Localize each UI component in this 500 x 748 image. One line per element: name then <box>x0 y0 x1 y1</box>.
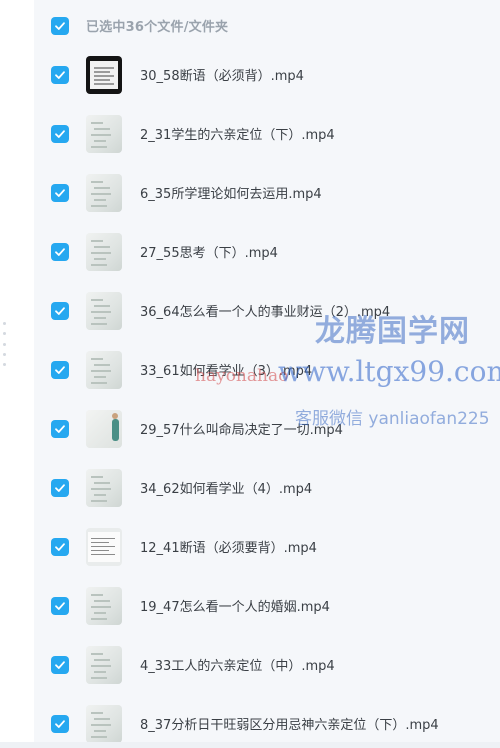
file-name: 33_61如何看学业（3）.mp4 <box>140 364 313 379</box>
file-row[interactable]: 4_33工人的六亲定位（中）.mp4 <box>34 636 500 695</box>
video-thumbnail <box>86 587 122 625</box>
file-selection-screen: 已选中36个文件/文件夹 30_58断语（必须背）.mp4 2_31学生的六亲定位… <box>0 0 500 748</box>
file-row[interactable]: 19_47怎么看一个人的婚姻.mp4 <box>34 577 500 636</box>
file-checkbox[interactable] <box>51 479 69 497</box>
selection-count-text: 已选中36个文件/文件夹 <box>86 20 229 35</box>
file-checkbox[interactable] <box>51 656 69 674</box>
file-checkbox[interactable] <box>51 715 69 733</box>
file-name: 6_35所学理论如何去运用.mp4 <box>140 187 322 202</box>
bottom-bar <box>0 742 500 748</box>
file-row[interactable]: 34_62如何看学业（4）.mp4 <box>34 459 500 518</box>
file-name: 2_31学生的六亲定位（下）.mp4 <box>140 128 335 143</box>
file-name: 36_64怎么看一个人的事业财运（2）.mp4 <box>140 305 391 320</box>
check-icon <box>55 130 65 138</box>
check-icon <box>55 661 65 669</box>
video-thumbnail <box>86 56 122 94</box>
file-name: 4_33工人的六亲定位（中）.mp4 <box>140 659 335 674</box>
video-thumbnail <box>86 174 122 212</box>
left-rail <box>0 0 35 748</box>
file-name: 30_58断语（必须背）.mp4 <box>140 69 304 84</box>
check-icon <box>55 71 65 79</box>
file-row[interactable]: 2_31学生的六亲定位（下）.mp4 <box>34 105 500 164</box>
file-row[interactable]: 6_35所学理论如何去运用.mp4 <box>34 164 500 223</box>
video-thumbnail <box>86 351 122 389</box>
file-row[interactable]: 36_64怎么看一个人的事业财运（2）.mp4 <box>34 282 500 341</box>
check-icon <box>55 189 65 197</box>
file-checkbox[interactable] <box>51 597 69 615</box>
file-checkbox[interactable] <box>51 361 69 379</box>
file-name: 8_37分析日干旺弱区分用忌神六亲定位（下）.mp4 <box>140 718 439 733</box>
file-checkbox[interactable] <box>51 125 69 143</box>
file-name: 19_47怎么看一个人的婚姻.mp4 <box>140 600 330 615</box>
check-icon <box>55 484 65 492</box>
file-checkbox[interactable] <box>51 243 69 261</box>
check-icon <box>55 307 65 315</box>
video-thumbnail <box>86 646 122 684</box>
file-checkbox[interactable] <box>51 184 69 202</box>
check-icon <box>55 720 65 728</box>
select-all-checkbox[interactable] <box>51 17 69 35</box>
check-icon <box>55 366 65 374</box>
file-checkbox[interactable] <box>51 302 69 320</box>
video-thumbnail <box>86 528 122 566</box>
file-row[interactable]: 33_61如何看学业（3）.mp4 <box>34 341 500 400</box>
file-checkbox[interactable] <box>51 538 69 556</box>
check-icon <box>55 22 65 30</box>
file-checkbox[interactable] <box>51 66 69 84</box>
file-name: 34_62如何看学业（4）.mp4 <box>140 482 313 497</box>
file-name: 29_57什么叫命局决定了一切.mp4 <box>140 423 343 438</box>
check-icon <box>55 248 65 256</box>
video-thumbnail <box>86 292 122 330</box>
file-row[interactable]: 29_57什么叫命局决定了一切.mp4 <box>34 400 500 459</box>
video-thumbnail <box>86 705 122 743</box>
file-row[interactable]: 30_58断语（必须背）.mp4 <box>34 46 500 105</box>
file-list: 30_58断语（必须背）.mp4 2_31学生的六亲定位（下）.mp4 6_35所学… <box>34 46 500 748</box>
selection-header: 已选中36个文件/文件夹 <box>34 0 500 52</box>
check-icon <box>55 425 65 433</box>
file-row[interactable]: 27_55思考（下）.mp4 <box>34 223 500 282</box>
check-icon <box>55 543 65 551</box>
resize-handle[interactable] <box>3 322 6 366</box>
file-checkbox[interactable] <box>51 420 69 438</box>
file-name: 12_41断语（必须要背）.mp4 <box>140 541 317 556</box>
video-thumbnail <box>86 469 122 507</box>
file-name: 27_55思考（下）.mp4 <box>140 246 278 261</box>
check-icon <box>55 602 65 610</box>
file-row[interactable]: 8_37分析日干旺弱区分用忌神六亲定位（下）.mp4 <box>34 695 500 748</box>
file-list-panel: 已选中36个文件/文件夹 30_58断语（必须背）.mp4 2_31学生的六亲定位… <box>34 0 500 748</box>
video-thumbnail <box>86 233 122 271</box>
file-row[interactable]: 12_41断语（必须要背）.mp4 <box>34 518 500 577</box>
video-thumbnail <box>86 115 122 153</box>
video-thumbnail <box>86 410 122 448</box>
